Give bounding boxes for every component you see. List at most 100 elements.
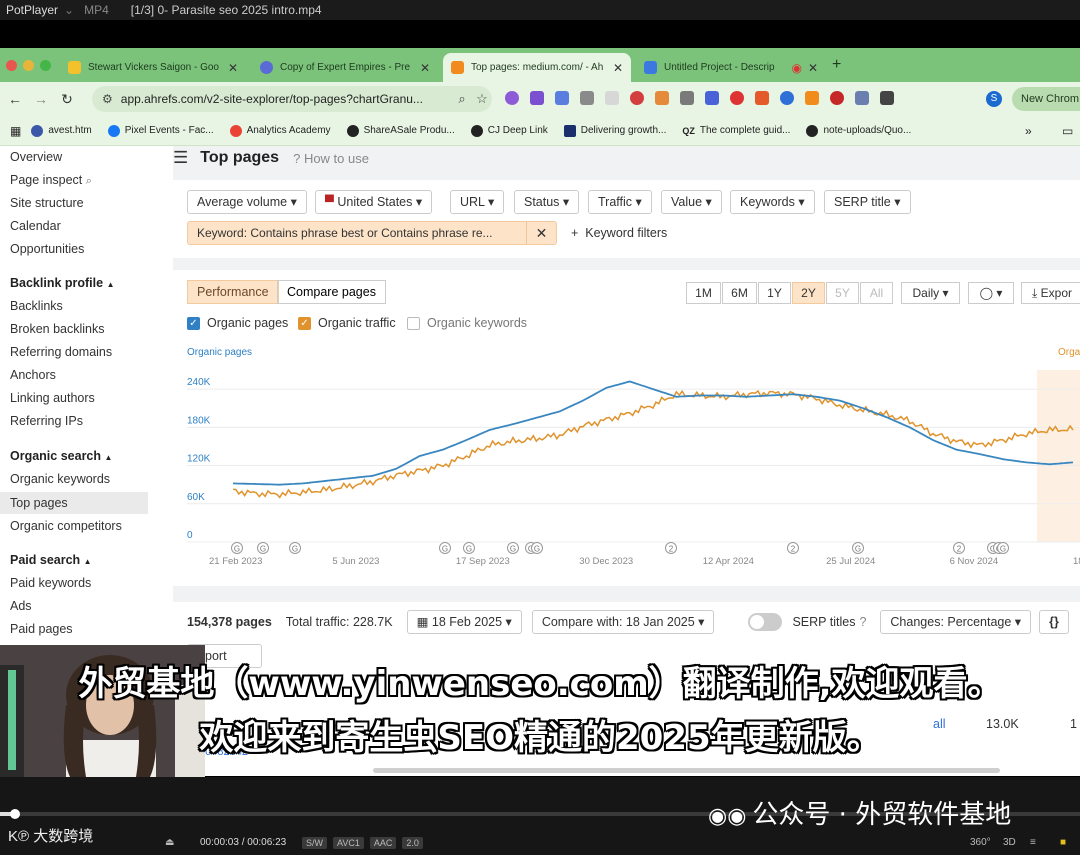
- serp-titles-toggle[interactable]: [748, 613, 783, 631]
- tab-descript[interactable]: Untitled Project - Descrip ◉ ✕: [636, 53, 826, 82]
- changes-select[interactable]: Changes: Percentage ▾: [880, 610, 1032, 634]
- extension-icon[interactable]: [630, 91, 644, 105]
- sidebar-item-linking-authors[interactable]: Linking authors: [10, 387, 158, 409]
- close-tab-icon[interactable]: ✕: [808, 61, 818, 75]
- sidebar-item-overview[interactable]: Overview: [10, 146, 158, 168]
- tab-top-pages[interactable]: Top pages: medium.com/ - Ah ✕: [443, 53, 631, 82]
- sidebar-item-referring-ips[interactable]: Referring IPs: [10, 410, 158, 432]
- close-window-icon[interactable]: [6, 60, 17, 71]
- filter-value[interactable]: Value ▾: [661, 190, 722, 214]
- sidebar-item-broken-backlinks[interactable]: Broken backlinks: [10, 318, 158, 340]
- tab-expert-empires[interactable]: Copy of Expert Empires - Pre ✕: [252, 53, 438, 82]
- bookmark-star-icon[interactable]: ☆: [472, 91, 492, 107]
- granularity-select[interactable]: Daily ▾: [901, 282, 960, 304]
- bookmark-item[interactable]: Pixel Events - Fac...: [107, 124, 214, 137]
- extension-icon[interactable]: [580, 91, 594, 105]
- help-icon[interactable]: ?: [859, 615, 866, 629]
- zoom-icon[interactable]: ⌕: [452, 91, 472, 107]
- apps-grid-icon[interactable]: ▦: [10, 124, 21, 138]
- range-2y[interactable]: 2Y: [792, 282, 825, 304]
- chevron-down-icon[interactable]: ⌄: [64, 3, 74, 17]
- sidebar-item-top-pages[interactable]: Top pages: [0, 492, 148, 514]
- tab-stewart-vickers[interactable]: Stewart Vickers Saigon - Goo ✕: [60, 53, 246, 82]
- profile-avatar[interactable]: S: [986, 91, 1002, 107]
- eject-icon[interactable]: ⏏: [165, 837, 174, 848]
- bookmark-item[interactable]: Delivering growth...: [563, 124, 666, 137]
- extension-icon[interactable]: [505, 91, 519, 105]
- filter-traffic[interactable]: Traffic ▾: [588, 190, 652, 214]
- keyword-filters-button[interactable]: + Keyword filters: [571, 221, 667, 245]
- check-organic-keywords[interactable]: Organic keywords: [407, 316, 527, 330]
- annotations-button[interactable]: ◯ ▾: [968, 282, 1014, 304]
- tab-compare-pages[interactable]: Compare pages: [277, 280, 386, 304]
- address-bar[interactable]: ⚙ app.ahrefs.com/v2-site-explorer/top-pa…: [92, 86, 492, 112]
- maximize-window-icon[interactable]: [40, 60, 51, 71]
- remove-filter-icon[interactable]: ✕: [526, 222, 556, 244]
- compare-picker[interactable]: Compare with: 18 Jan 2025 ▾: [531, 610, 715, 634]
- extension-icon[interactable]: [830, 91, 844, 105]
- reload-icon[interactable]: ↻: [54, 91, 80, 108]
- puzzle-icon[interactable]: [880, 91, 894, 105]
- range-1y[interactable]: 1Y: [758, 282, 791, 304]
- bookmark-item[interactable]: note-uploads/Quo...: [806, 124, 911, 137]
- folder-icon[interactable]: ▭: [1062, 124, 1073, 138]
- sidebar-head-backlinks[interactable]: Backlink profile ▲: [10, 272, 115, 294]
- extension-icon[interactable]: [730, 91, 744, 105]
- extension-icon[interactable]: [555, 91, 569, 105]
- extension-icon[interactable]: [655, 91, 669, 105]
- filter-url[interactable]: URL ▾: [450, 190, 505, 214]
- sidebar-item-calendar[interactable]: Calendar: [10, 215, 158, 237]
- sidebar-item-ads[interactable]: Ads: [10, 595, 158, 617]
- sidebar-head-paid[interactable]: Paid search ▲: [10, 549, 92, 571]
- range-5y[interactable]: 5Y: [826, 282, 859, 304]
- close-tab-icon[interactable]: ✕: [228, 61, 238, 75]
- extension-icon[interactable]: [680, 91, 694, 105]
- new-chrome-button[interactable]: New Chrom: [1012, 87, 1080, 111]
- bookmark-item[interactable]: CJ Deep Link: [470, 124, 548, 137]
- filter-serp-title[interactable]: SERP title ▾: [824, 190, 911, 214]
- sidebar-item-paid-keywords[interactable]: Paid keywords: [10, 572, 158, 594]
- extension-icon[interactable]: [705, 91, 719, 105]
- close-tab-icon[interactable]: ✕: [420, 61, 430, 75]
- extension-icon[interactable]: [605, 91, 619, 105]
- sidebar-item-site-structure[interactable]: Site structure: [10, 192, 158, 214]
- export-button[interactable]: ⤓ Expor: [1021, 282, 1080, 304]
- extension-icon[interactable]: [530, 91, 544, 105]
- extension-icon[interactable]: [855, 91, 869, 105]
- keyword-filter-chip[interactable]: Keyword: Contains phrase best or Contain…: [187, 221, 557, 245]
- filter-keywords[interactable]: Keywords ▾: [730, 190, 815, 214]
- range-all[interactable]: All: [860, 282, 893, 304]
- bookmark-item[interactable]: Analytics Academy: [229, 124, 331, 137]
- range-6m[interactable]: 6M: [722, 282, 757, 304]
- sidebar-item-organic-keywords[interactable]: Organic keywords: [10, 468, 158, 490]
- bookmark-item[interactable]: ShareASale Produ...: [346, 124, 455, 137]
- bookmark-item[interactable]: avest.htm: [31, 124, 92, 137]
- site-info-icon[interactable]: ⚙: [102, 92, 113, 106]
- sidebar-head-organic[interactable]: Organic search ▲: [10, 445, 112, 467]
- playlist-icon[interactable]: ≡: [1030, 837, 1036, 848]
- extension-icon[interactable]: [780, 91, 794, 105]
- close-tab-icon[interactable]: ✕: [613, 61, 623, 75]
- range-1m[interactable]: 1M: [686, 282, 721, 304]
- vr-360-icon[interactable]: 360°: [970, 837, 991, 848]
- 3d-icon[interactable]: 3D: [1003, 837, 1016, 848]
- new-tab-button[interactable]: +: [832, 56, 841, 74]
- how-to-use-link[interactable]: ? How to use: [293, 151, 369, 166]
- sidebar-item-referring-domains[interactable]: Referring domains: [10, 341, 158, 363]
- back-icon[interactable]: ←: [2, 91, 28, 107]
- date-picker[interactable]: ▦ 18 Feb 2025 ▾: [406, 610, 522, 634]
- filter-country[interactable]: ▀ United States ▾: [315, 190, 433, 214]
- bookmark-item[interactable]: QZ The complete guid...: [682, 125, 790, 136]
- filter-average-volume[interactable]: Average volume ▾: [187, 190, 307, 214]
- extension-icon[interactable]: [805, 91, 819, 105]
- sidebar-item-organic-competitors[interactable]: Organic competitors: [10, 515, 158, 537]
- sidebar-item-page-inspect[interactable]: Page inspect ⌕: [10, 169, 158, 191]
- forward-icon[interactable]: →: [28, 91, 54, 107]
- sidebar-item-backlinks[interactable]: Backlinks: [10, 295, 158, 317]
- menu-icon[interactable]: ☰: [173, 148, 188, 168]
- menu-square-icon[interactable]: ■: [1060, 837, 1066, 848]
- horizontal-scrollbar[interactable]: [373, 768, 1000, 773]
- check-organic-pages[interactable]: ✓ Organic pages: [187, 316, 288, 330]
- player-app-name[interactable]: PotPlayer: [0, 3, 64, 17]
- sidebar-item-anchors[interactable]: Anchors: [10, 364, 158, 386]
